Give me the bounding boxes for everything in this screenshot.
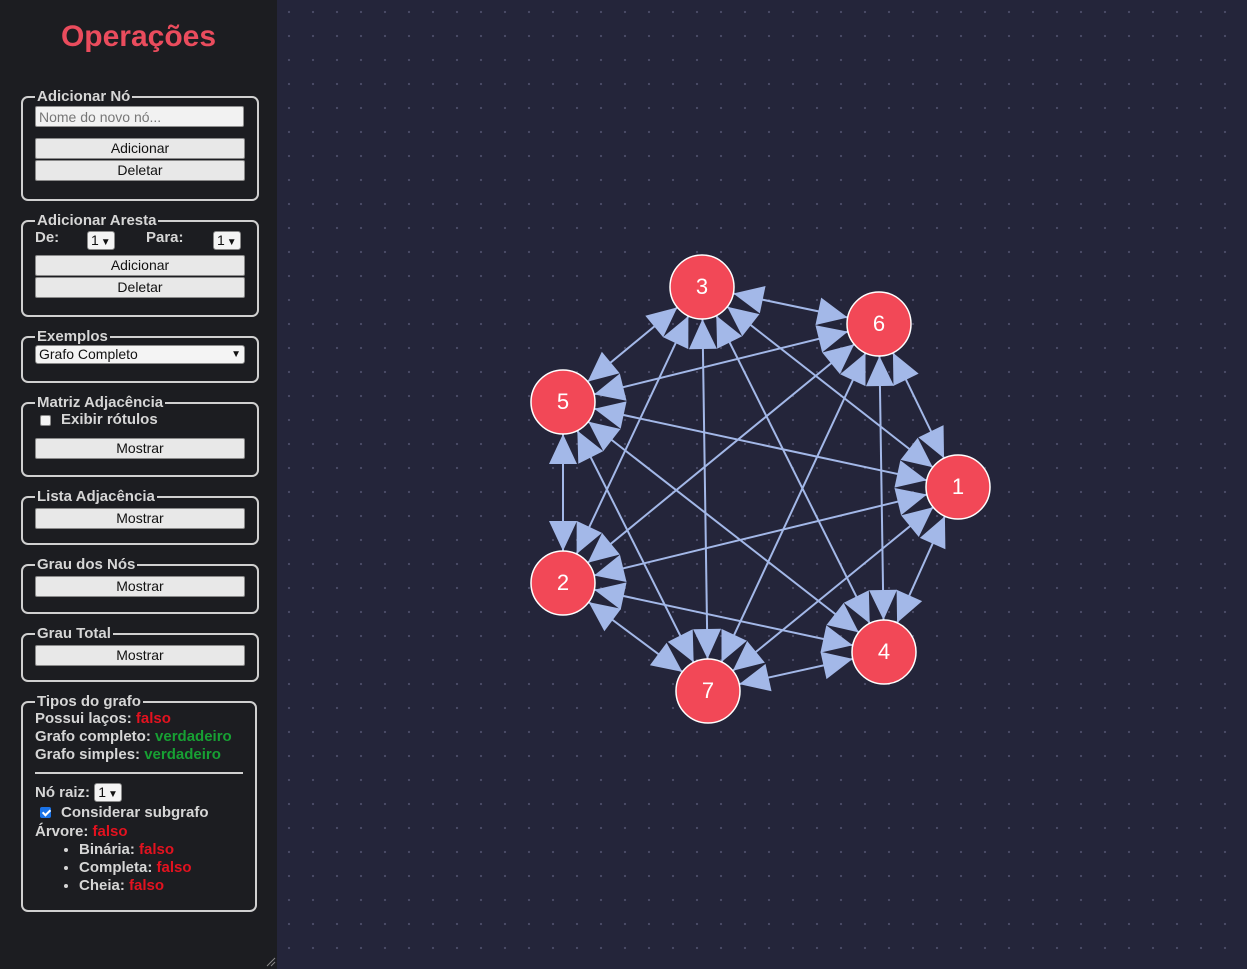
simple-graph-row: Grafo simples: verdadeiro (35, 746, 243, 764)
simple-graph-label: Grafo simples: (35, 746, 141, 763)
consider-subgraph-checkbox[interactable] (40, 807, 51, 818)
node-7[interactable]: 7 (675, 658, 741, 724)
node-3[interactable]: 3 (669, 254, 735, 320)
root-node-label: Nó raiz: (35, 784, 91, 801)
add-edge-button[interactable]: Adicionar (35, 255, 245, 276)
arrowhead (588, 602, 622, 632)
arrowhead (549, 434, 577, 464)
node-degree-legend: Grau dos Nós (37, 556, 136, 573)
node-label: 3 (696, 274, 708, 299)
node-4[interactable]: 4 (851, 619, 917, 685)
delete-edge-button[interactable]: Deletar (35, 277, 245, 298)
examples-select[interactable]: Grafo Completo ▼ (35, 345, 245, 364)
resize-handle-icon[interactable] (266, 957, 276, 967)
show-total-degree-button[interactable]: Mostrar (35, 645, 245, 666)
complete-graph-row: Grafo completo: verdadeiro (35, 728, 243, 746)
adjacency-list-panel: Lista Adjacência Mostrar (21, 488, 259, 545)
adjacency-matrix-legend: Matriz Adjacência (37, 394, 164, 411)
node-label: 1 (952, 474, 964, 499)
add-node-legend: Adicionar Nó (37, 88, 131, 105)
edge-from-label: De: (35, 229, 60, 246)
add-edge-panel: Adicionar Aresta De: 1 ▼ Para: 1 ▼ Adicion… (21, 212, 259, 317)
binary-item: Binária: falso (79, 841, 243, 859)
graph-svg[interactable]: 1 2 3 4 5 6 7 (277, 0, 1247, 969)
divider (35, 772, 243, 774)
delete-node-button[interactable]: Deletar (35, 160, 245, 181)
edge-from-value: 1 (91, 232, 99, 248)
graph-types-panel: Tipos do grafo Possui laços: falso Grafo… (21, 693, 257, 912)
root-node-value: 1 (98, 784, 106, 800)
operations-sidebar: Operações Adicionar Nó Adicionar Deletar… (0, 0, 277, 969)
has-loops-label: Possui laços: (35, 710, 132, 727)
complete-graph-value: verdadeiro (155, 728, 232, 745)
arrowhead (815, 297, 848, 326)
has-loops-row: Possui laços: falso (35, 710, 243, 728)
show-degree-button[interactable]: Mostrar (35, 576, 245, 597)
has-loops-value: falso (135, 710, 171, 727)
binary-label: Binária: (79, 841, 135, 858)
add-node-panel: Adicionar Nó Adicionar Deletar (21, 88, 259, 201)
chevron-down-icon: ▼ (107, 789, 118, 800)
full-tree-value: falso (129, 877, 165, 894)
graph-types-legend: Tipos do grafo (37, 693, 141, 710)
node-label: 2 (557, 570, 569, 595)
tree-properties-list: Binária: falso Completa: falso Cheia: fa… (35, 841, 243, 895)
complete-tree-item: Completa: falso (79, 859, 243, 877)
add-edge-legend: Adicionar Aresta (37, 212, 157, 229)
graph-canvas[interactable]: 1 2 3 4 5 6 7 (277, 0, 1247, 969)
node-1[interactable]: 1 (925, 454, 991, 520)
node-2[interactable]: 2 (530, 550, 596, 616)
examples-selected-value: Grafo Completo (39, 346, 138, 362)
node-6[interactable]: 6 (846, 291, 912, 357)
binary-value: falso (139, 841, 175, 858)
root-node-row: Nó raiz: 1 ▼ (35, 783, 243, 804)
complete-tree-label: Completa: (79, 859, 153, 876)
node-label: 7 (702, 678, 714, 703)
arrowhead (865, 355, 894, 387)
adjacency-matrix-panel: Matriz Adjacência Exibir rótulos Mostrar (21, 394, 259, 477)
examples-legend: Exemplos (37, 328, 108, 345)
arrowhead (587, 351, 620, 382)
consider-subgraph-label: Considerar subgrafo (61, 804, 209, 821)
arrowhead (739, 663, 772, 692)
arrowhead (688, 318, 717, 350)
node-label: 4 (878, 639, 890, 664)
show-matrix-button[interactable]: Mostrar (35, 438, 245, 459)
arrowhead (869, 589, 898, 621)
tree-value: falso (92, 823, 128, 840)
total-degree-panel: Grau Total Mostrar (21, 625, 259, 682)
chevron-down-icon: ▼ (100, 237, 111, 248)
arrowhead (693, 628, 722, 660)
node-label: 5 (557, 389, 569, 414)
chevron-down-icon: ▼ (226, 237, 237, 248)
tree-row: Árvore: falso (35, 823, 243, 841)
node-degree-panel: Grau dos Nós Mostrar (21, 556, 259, 614)
arrowhead (820, 651, 853, 680)
arrowhead (549, 521, 577, 551)
edge-to-select[interactable]: 1 ▼ (213, 231, 241, 250)
root-node-select[interactable]: 1 ▼ (94, 783, 122, 802)
complete-graph-label: Grafo completo: (35, 728, 151, 745)
node-label: 6 (873, 311, 885, 336)
node-5[interactable]: 5 (530, 369, 596, 435)
full-tree-label: Cheia: (79, 877, 125, 894)
adjacency-list-legend: Lista Adjacência (37, 488, 155, 505)
complete-tree-value: falso (156, 859, 192, 876)
simple-graph-value: verdadeiro (144, 746, 221, 763)
show-labels-checkbox[interactable] (40, 415, 51, 426)
full-tree-item: Cheia: falso (79, 877, 243, 895)
chevron-down-icon: ▼ (231, 349, 241, 360)
tree-label: Árvore: (35, 823, 89, 840)
subgraph-row: Considerar subgrafo (35, 804, 243, 823)
add-node-button[interactable]: Adicionar (35, 138, 245, 159)
node-name-input[interactable] (35, 106, 244, 127)
edge-to-value: 1 (217, 232, 225, 248)
edge-to-label: Para: (146, 229, 184, 246)
show-labels-label: Exibir rótulos (61, 411, 158, 428)
sidebar-title: Operações (60, 20, 217, 53)
examples-panel: Exemplos Grafo Completo ▼ (21, 328, 259, 383)
show-list-button[interactable]: Mostrar (35, 508, 245, 529)
total-degree-legend: Grau Total (37, 625, 111, 642)
edge-from-select[interactable]: 1 ▼ (87, 231, 115, 250)
